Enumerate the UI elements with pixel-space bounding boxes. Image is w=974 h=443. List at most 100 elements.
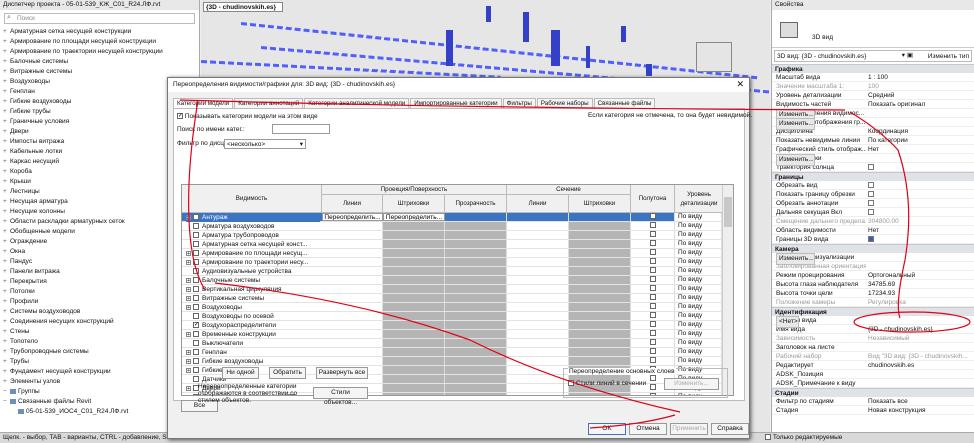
override-cell[interactable] (445, 357, 507, 365)
expand-icon[interactable] (186, 314, 191, 319)
property-value[interactable] (866, 379, 974, 387)
expand-icon[interactable]: + (186, 349, 191, 355)
halftone-checkbox[interactable] (649, 348, 656, 355)
override-cell[interactable] (569, 357, 631, 365)
expand-icon[interactable]: + (3, 77, 10, 87)
property-edit-button[interactable]: <Нет> (776, 316, 799, 328)
close-icon[interactable]: ✕ (736, 79, 744, 90)
property-value[interactable] (866, 181, 974, 189)
override-cell[interactable] (507, 384, 569, 392)
apply-button[interactable]: Применить (670, 423, 708, 435)
override-cell[interactable] (445, 366, 507, 374)
object-styles-button[interactable]: Стили объектов... (313, 387, 368, 406)
detail-level-cell[interactable]: По виду (675, 213, 722, 221)
property-edit-button[interactable]: Изменить... (776, 154, 815, 166)
halftone-checkbox[interactable] (649, 240, 656, 247)
override-cell[interactable] (322, 357, 383, 365)
category-row[interactable]: + Балочные системы По виду (182, 276, 722, 285)
override-cell[interactable] (507, 258, 569, 266)
category-row[interactable]: + Вертикальная циркуляция По виду (182, 285, 722, 294)
override-cell[interactable] (507, 267, 569, 275)
property-value[interactable] (866, 199, 974, 207)
visibility-checkbox[interactable] (193, 214, 199, 221)
override-cell[interactable] (569, 285, 631, 293)
expand-icon[interactable]: + (3, 377, 10, 387)
override-cell[interactable] (507, 213, 569, 221)
halftone-checkbox[interactable] (649, 294, 656, 301)
halftone-cell[interactable] (631, 294, 675, 302)
expand-icon[interactable]: + (3, 227, 10, 237)
expand-icon[interactable]: + (3, 147, 10, 157)
override-cell[interactable] (383, 384, 445, 392)
visibility-checkbox[interactable] (193, 304, 199, 311)
halftone-checkbox[interactable] (649, 285, 656, 292)
editable-only[interactable]: Только редактируемые (765, 434, 842, 441)
override-cell[interactable] (569, 276, 631, 284)
override-cell[interactable] (383, 231, 445, 239)
detail-level-cell[interactable]: По виду (675, 285, 722, 293)
override-cell[interactable] (322, 231, 383, 239)
scrollbar-thumb[interactable] (724, 197, 732, 227)
override-cell[interactable]: Переопределить... (322, 213, 383, 221)
expand-icon[interactable]: + (3, 247, 10, 257)
expand-icon[interactable]: + (3, 327, 10, 337)
expand-icon[interactable] (186, 233, 191, 238)
override-cell[interactable] (445, 222, 507, 230)
override-cell[interactable] (507, 375, 569, 383)
show-categories[interactable]: Показывать категории модели на этом виде (177, 112, 318, 120)
group-stages[interactable]: Стадии (772, 388, 974, 397)
detail-level-cell[interactable]: По виду (675, 249, 722, 257)
expand-icon[interactable]: + (186, 259, 191, 265)
visibility-checkbox[interactable] (193, 331, 199, 338)
detail-level-cell[interactable]: По виду (675, 321, 722, 329)
override-cell[interactable] (507, 321, 569, 329)
expand-icon[interactable]: + (3, 367, 10, 377)
halftone-cell[interactable] (631, 213, 675, 221)
halftone-cell[interactable] (631, 330, 675, 338)
expand-icon[interactable]: + (3, 27, 10, 37)
override-cell[interactable] (507, 222, 569, 230)
property-checkbox[interactable] (868, 236, 874, 243)
override-cell[interactable] (383, 357, 445, 365)
category-row[interactable]: + Армирование по траектории несу... По вид… (182, 258, 722, 267)
tree-item[interactable]: + Витражные системы (3, 67, 199, 77)
override-cell[interactable] (507, 276, 569, 284)
expand-icon[interactable]: + (3, 137, 10, 147)
override-cell[interactable] (383, 366, 445, 374)
halftone-checkbox[interactable] (649, 249, 656, 256)
override-cell[interactable] (322, 276, 383, 284)
override-cell[interactable] (445, 276, 507, 284)
override-cell[interactable] (507, 249, 569, 257)
property-value[interactable]: По категории (866, 136, 974, 144)
category-row[interactable]: + Воздуховоды По виду (182, 303, 722, 312)
override-cell[interactable] (445, 339, 507, 347)
override-cell[interactable] (569, 240, 631, 248)
halftone-checkbox[interactable] (649, 222, 656, 229)
visibility-checkbox[interactable] (193, 295, 199, 302)
detail-level-cell[interactable]: По виду (675, 312, 722, 320)
visibility-checkbox[interactable] (193, 277, 199, 284)
category-row[interactable]: Аудиовизуальные устройства По виду (182, 267, 722, 276)
property-value[interactable]: Координация (866, 127, 974, 135)
expand-icon[interactable]: + (3, 37, 10, 47)
tree-item[interactable]: + Балочные системы (3, 57, 199, 67)
group-bounds[interactable]: Границы (772, 172, 974, 181)
category-row[interactable]: + Антураж Переопределить... Переопределить.… (182, 213, 722, 222)
visibility-checkbox[interactable] (193, 367, 199, 374)
halftone-checkbox[interactable] (649, 213, 656, 220)
expand-icon[interactable]: − (3, 387, 10, 397)
override-cell[interactable] (383, 285, 445, 293)
detail-level-cell[interactable]: По виду (675, 258, 722, 266)
expand-icon[interactable]: + (186, 277, 191, 283)
category-row[interactable]: Арматура воздуховодов По виду (182, 222, 722, 231)
override-cell[interactable] (507, 312, 569, 320)
override-cell[interactable] (383, 267, 445, 275)
override-cell[interactable] (569, 222, 631, 230)
override-cell[interactable] (322, 258, 383, 266)
halftone-checkbox[interactable] (649, 330, 656, 337)
property-edit-button[interactable]: Изменить... (776, 118, 815, 130)
group-graphics[interactable]: Графика (772, 64, 974, 73)
visibility-checkbox[interactable] (193, 340, 199, 347)
category-row[interactable]: Арматура трубопроводов По виду (182, 231, 722, 240)
expand-icon[interactable]: + (3, 267, 10, 277)
